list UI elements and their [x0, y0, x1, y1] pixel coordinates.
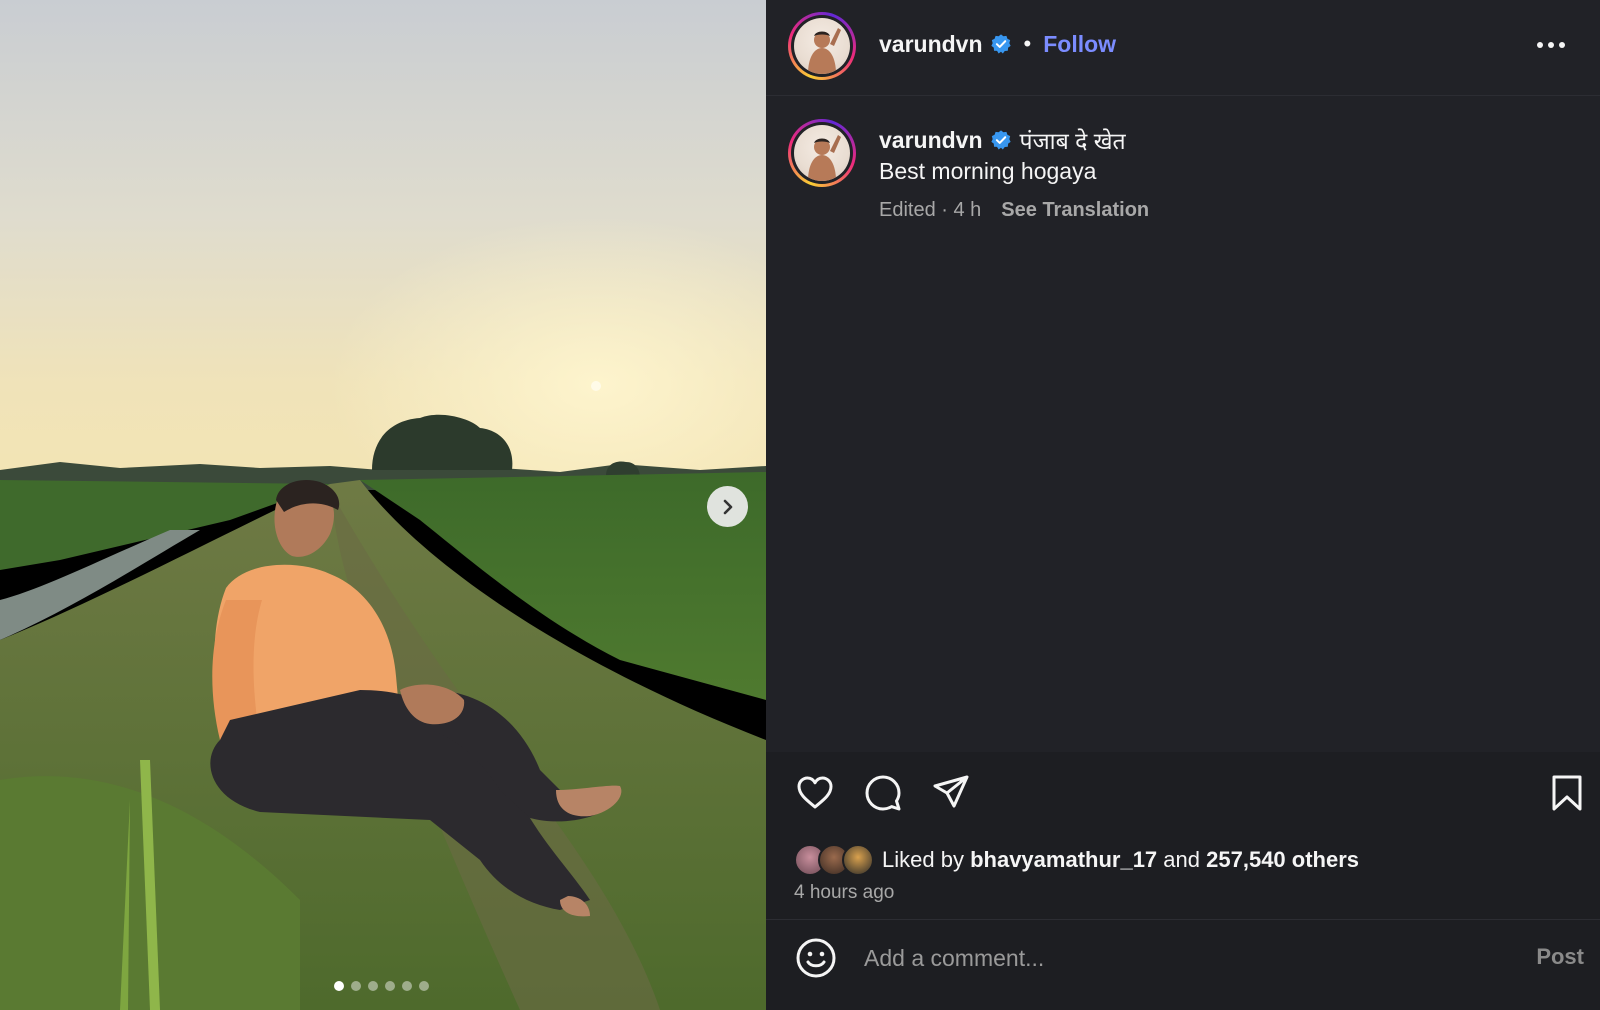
post-header: varundvn • Follow	[879, 24, 1116, 64]
carousel-dot	[402, 981, 412, 991]
caption-text: Best morning hogaya	[879, 158, 1097, 184]
post-media	[0, 0, 766, 1010]
heart-icon[interactable]	[794, 772, 836, 814]
chevron-right-icon	[723, 499, 732, 514]
comment-bar: Post	[766, 920, 1600, 1010]
liker-avatars	[794, 844, 874, 876]
carousel-dot	[334, 981, 344, 991]
carousel-dot	[385, 981, 395, 991]
share-icon[interactable]	[930, 772, 972, 814]
carousel-indicator	[334, 981, 429, 991]
avatar-photo	[808, 28, 841, 74]
carousel-dot	[419, 981, 429, 991]
separator-dot: •	[1023, 31, 1032, 56]
avatar-photo	[808, 135, 841, 181]
comment-input[interactable]	[864, 936, 1484, 980]
carousel-dot	[351, 981, 361, 991]
carousel-dot	[368, 981, 378, 991]
author-username[interactable]: varundvn	[879, 31, 983, 58]
verified-badge-icon	[990, 129, 1012, 151]
post-comment-button[interactable]: Post	[1536, 944, 1584, 970]
caption-username[interactable]: varundvn	[879, 127, 983, 154]
edited-timestamp: Edited · 4 h	[879, 199, 982, 221]
post-photo	[0, 0, 766, 1010]
liker-avatar[interactable]	[842, 844, 874, 876]
caption-title: पंजाब दे खेत	[1019, 128, 1126, 154]
post-view: varundvn • Follow varundvn पंजाब दे खेत …	[0, 0, 1600, 1010]
more-options-icon[interactable]	[1536, 30, 1566, 60]
likes-and: and	[1163, 847, 1201, 872]
header-divider	[766, 95, 1600, 96]
likes-summary: Liked by bhavyamathur_17 and 257,540 oth…	[794, 842, 1359, 878]
author-avatar[interactable]	[788, 12, 856, 80]
emoji-icon[interactable]	[794, 936, 838, 980]
liker-username[interactable]: bhavyamathur_17	[970, 847, 1157, 872]
likes-others-link[interactable]: 257,540 others	[1206, 847, 1359, 872]
likes-prefix: Liked by	[882, 847, 964, 872]
next-slide-button[interactable]	[707, 486, 748, 527]
comment-icon[interactable]	[862, 772, 904, 814]
bookmark-icon[interactable]	[1546, 772, 1588, 814]
post-caption: varundvn पंजाब दे खेत Best morning hogay…	[879, 123, 1559, 222]
post-time-ago: 4 hours ago	[794, 882, 895, 903]
caption-avatar[interactable]	[788, 119, 856, 187]
see-translation-link[interactable]: See Translation	[1001, 199, 1149, 222]
verified-badge-icon	[990, 33, 1012, 55]
post-details-panel: varundvn • Follow varundvn पंजाब दे खेत …	[766, 0, 1600, 1010]
follow-button[interactable]: Follow	[1043, 31, 1116, 58]
